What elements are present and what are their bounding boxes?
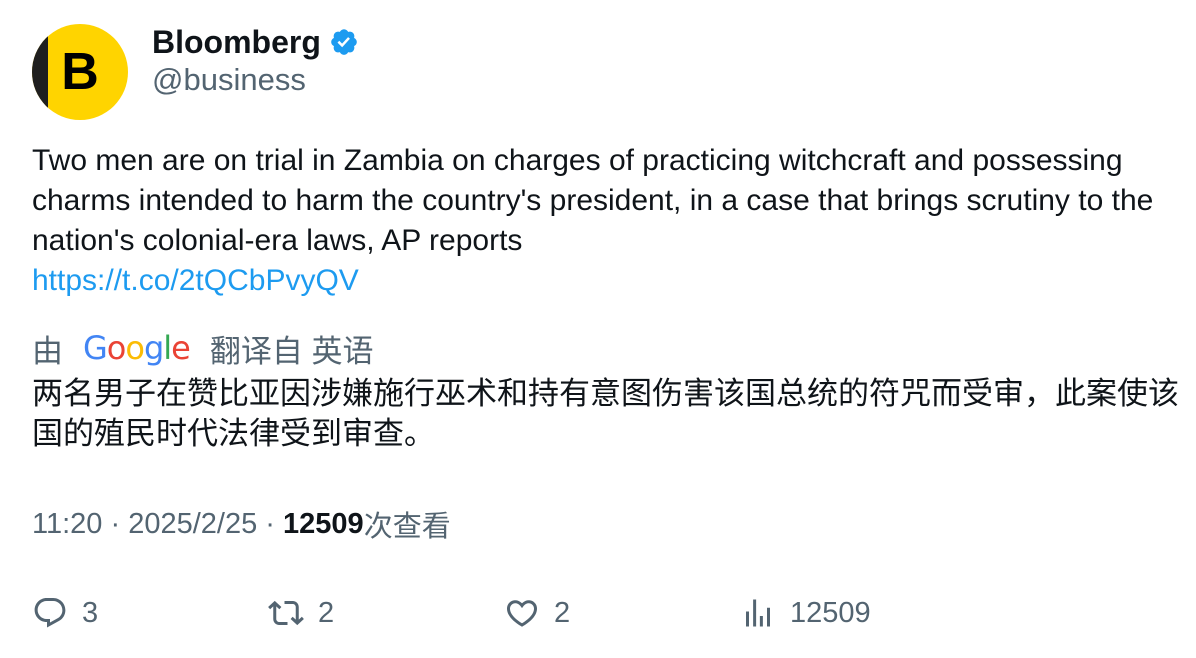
views-count: 12509 (283, 507, 364, 540)
google-logo: Google (83, 329, 191, 367)
translation-attribution: 由 Google 翻译自 英语 (32, 326, 373, 370)
retweet-icon (268, 600, 304, 626)
tweet-time[interactable]: 11:20 (32, 508, 102, 541)
views-label: 次查看 (363, 511, 451, 543)
views-button[interactable]: 12509 (740, 588, 871, 638)
retweet-button[interactable]: 2 (268, 588, 334, 638)
action-bar: 3 2 2 12509 (0, 588, 1196, 638)
retweet-count: 2 (318, 596, 335, 629)
like-button[interactable]: 2 (504, 588, 570, 638)
tweet-meta: 11:20 · 2025/2/25 · 12509 次查看 (32, 503, 451, 545)
avatar-letter: B (61, 43, 99, 101)
display-name[interactable]: Bloomberg (152, 24, 321, 61)
avatar[interactable]: B (32, 24, 128, 120)
views-icon (746, 599, 770, 627)
tweet-body: Two men are on trial in Zambia on charge… (32, 144, 1154, 257)
like-count: 2 (554, 596, 571, 629)
meta-separator: · (110, 507, 121, 540)
meta-separator: · (265, 507, 275, 540)
views-action-count: 12509 (790, 596, 871, 629)
translation-suffix: 翻译自 英语 (209, 333, 374, 369)
author-handle[interactable]: @business (152, 62, 306, 98)
reply-count: 3 (82, 596, 99, 629)
reply-button[interactable]: 3 (32, 588, 98, 638)
author-name-row: Bloomberg (152, 22, 359, 62)
translated-text: 两名男子在赞比亚因涉嫌施行巫术和持有意图伤害该国总统的符咒而受审，此案使该国的殖… (32, 376, 1179, 452)
reply-icon (34, 598, 66, 628)
heart-icon (506, 600, 538, 627)
tweet-date[interactable]: 2025/2/25 (128, 508, 257, 541)
tweet-text: Two men are on trial in Zambia on charge… (32, 141, 1172, 301)
tweet-link[interactable]: https://t.co/2tQCbPvyQV (32, 261, 1172, 301)
translation-prefix: 由 (32, 333, 63, 369)
verified-badge-icon (331, 29, 357, 55)
